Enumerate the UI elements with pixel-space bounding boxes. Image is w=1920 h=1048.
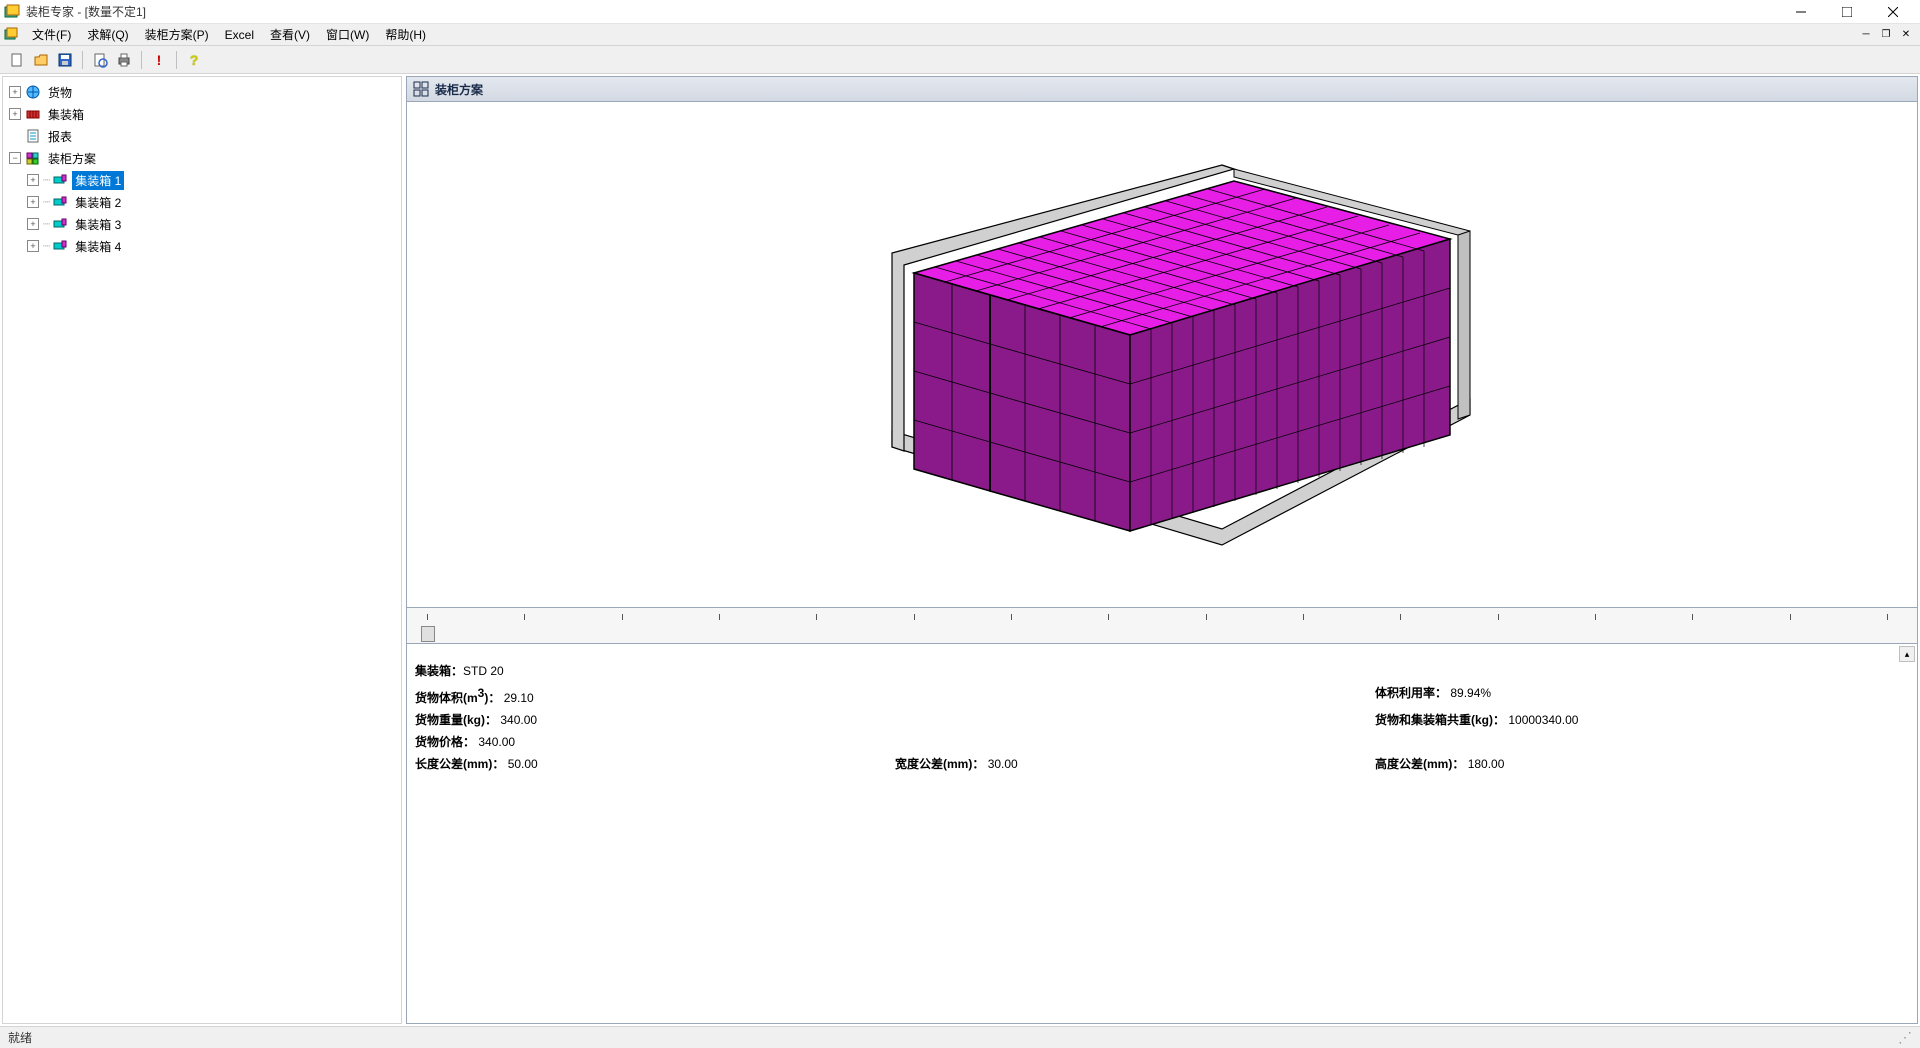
mdi-minimize-button[interactable]: ─ (1856, 27, 1876, 43)
height-tolerance-field: 高度公差(mm)： 180.00 (1375, 753, 1909, 775)
tree-node-container-3[interactable]: + ┈ 集装箱 3 (5, 213, 399, 235)
open-button[interactable] (30, 49, 52, 71)
tree-label: 集装箱 3 (72, 215, 124, 234)
expand-icon[interactable]: + (27, 196, 39, 208)
panel-title: 装柜方案 (435, 81, 483, 98)
menu-view[interactable]: 查看(V) (262, 24, 318, 45)
status-text: 就绪 (8, 1029, 32, 1046)
menu-solve[interactable]: 求解(Q) (79, 24, 136, 45)
container-item-icon (52, 194, 68, 210)
print-button[interactable] (113, 49, 135, 71)
toolbar: ! ? (0, 46, 1920, 74)
toolbar-separator (82, 51, 83, 69)
length-tolerance-field: 长度公差(mm)： 50.00 (415, 753, 895, 775)
solve-button[interactable]: ! (148, 49, 170, 71)
new-button[interactable] (6, 49, 28, 71)
menu-help[interactable]: 帮助(H) (377, 24, 434, 45)
menu-excel[interactable]: Excel (217, 26, 262, 44)
menu-window[interactable]: 窗口(W) (318, 24, 377, 45)
menu-plan[interactable]: 装柜方案(P) (137, 24, 217, 45)
tree-node-reports[interactable]: 报表 (5, 125, 399, 147)
utilization-field: 体积利用率： 89.94% (1375, 682, 1909, 709)
toolbar-separator (141, 51, 142, 69)
plan-header-icon (413, 81, 429, 97)
maximize-button[interactable] (1824, 0, 1870, 24)
container-item-icon (52, 216, 68, 232)
container-label: 集装箱：STD 20 (415, 660, 504, 682)
tree-label: 集装箱 (45, 105, 87, 124)
weight-field: 货物重量(kg)： 340.00 (415, 709, 895, 731)
tree-node-goods[interactable]: + 货物 (5, 81, 399, 103)
resize-grip-icon[interactable]: ⋰ (1898, 1029, 1912, 1046)
expand-icon[interactable]: + (9, 86, 21, 98)
tree-node-container-1[interactable]: + ┈ 集装箱 1 (5, 169, 399, 191)
expand-icon[interactable]: + (27, 218, 39, 230)
tree-label: 集装箱 1 (72, 171, 124, 190)
window-title: 装柜专家 - [数量不定1] (26, 3, 1778, 20)
volume-field: 货物体积(m3)： 29.10 (415, 682, 895, 709)
scroll-up-button[interactable]: ▴ (1899, 646, 1915, 662)
collapse-icon[interactable]: − (9, 152, 21, 164)
expand-icon[interactable]: + (9, 108, 21, 120)
print-preview-button[interactable] (89, 49, 111, 71)
toolbar-separator (176, 51, 177, 69)
menu-file[interactable]: 文件(F) (24, 24, 79, 45)
tree-pane[interactable]: + 货物 + 集装箱 报表 − 装柜方案 + ┈ (2, 76, 402, 1024)
tree-label: 货物 (45, 83, 75, 102)
mdi-restore-button[interactable]: ❐ (1876, 27, 1896, 43)
status-bar: 就绪 ⋰ (0, 1026, 1920, 1048)
container-item-icon (52, 172, 68, 188)
tree-node-container-4[interactable]: + ┈ 集装箱 4 (5, 235, 399, 257)
tree-node-container-2[interactable]: + ┈ 集装箱 2 (5, 191, 399, 213)
mdi-close-button[interactable]: ✕ (1896, 27, 1916, 43)
plan-icon (25, 150, 41, 166)
goods-icon (25, 84, 41, 100)
tree-node-containers[interactable]: + 集装箱 (5, 103, 399, 125)
title-bar: 装柜专家 - [数量不定1] (0, 0, 1920, 24)
width-tolerance-field: 宽度公差(mm)： 30.00 (895, 753, 1375, 775)
container-item-icon (52, 238, 68, 254)
info-panel: ▴ 集装箱：STD 20 货物体积(m3)： 29.10 体积利用率： 89.9… (406, 644, 1918, 1024)
container-icon (25, 106, 41, 122)
menu-bar: 文件(F) 求解(Q) 装柜方案(P) Excel 查看(V) 窗口(W) 帮助… (0, 24, 1920, 46)
ruler-handle[interactable] (421, 626, 435, 642)
price-field: 货物价格： 340.00 (415, 731, 515, 753)
panel-header: 装柜方案 (406, 76, 1918, 102)
tree-label: 装柜方案 (45, 149, 99, 168)
tree-label: 报表 (45, 127, 75, 146)
help-button[interactable]: ? (183, 49, 205, 71)
report-icon (25, 128, 41, 144)
tree-label: 集装箱 2 (72, 193, 124, 212)
expand-icon[interactable]: + (27, 240, 39, 252)
document-icon (4, 27, 20, 43)
container-3d-model (842, 147, 1482, 547)
app-icon (4, 4, 20, 20)
expand-icon[interactable]: + (27, 174, 39, 186)
tree-node-plans[interactable]: − 装柜方案 (5, 147, 399, 169)
minimize-button[interactable] (1778, 0, 1824, 24)
3d-viewport[interactable] (406, 102, 1918, 608)
close-button[interactable] (1870, 0, 1916, 24)
save-button[interactable] (54, 49, 76, 71)
tree-label: 集装箱 4 (72, 237, 124, 256)
timeline-ruler[interactable]: /*ticks added below*/ (406, 608, 1918, 644)
total-weight-field: 货物和集装箱共重(kg)： 10000340.00 (1375, 709, 1909, 731)
